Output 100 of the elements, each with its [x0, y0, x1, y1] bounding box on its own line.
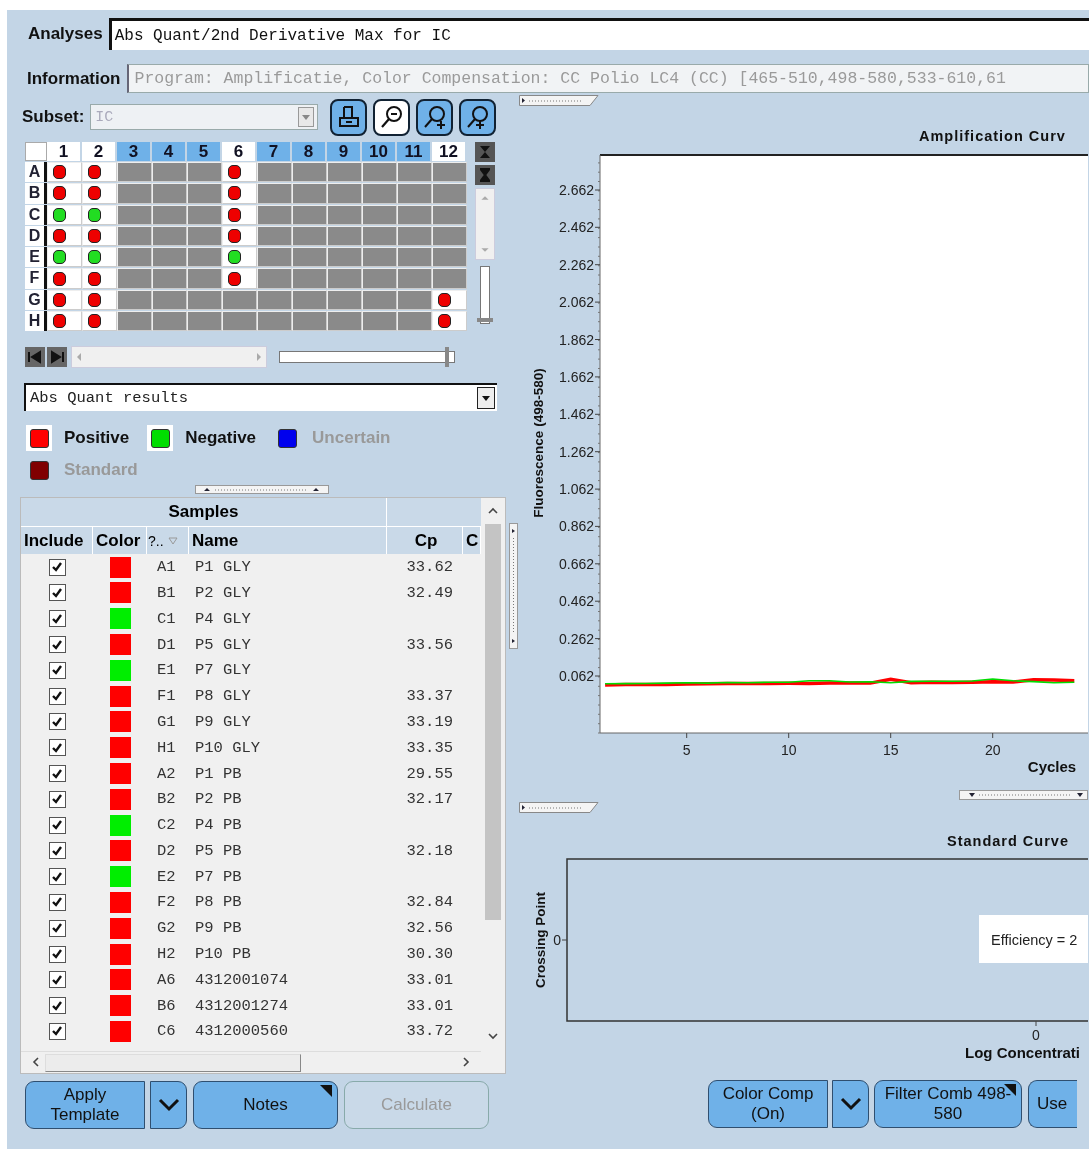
scroll-thumb[interactable] [485, 524, 501, 921]
scroll-thumb[interactable] [45, 1053, 301, 1072]
splitter-handle[interactable] [509, 523, 518, 650]
plate-well[interactable] [47, 268, 82, 289]
include-checkbox[interactable] [48, 919, 66, 937]
plate-well[interactable] [82, 247, 117, 268]
column-header[interactable]: ?.. [147, 527, 189, 555]
row-header[interactable]: E [25, 247, 47, 268]
toolbar-button[interactable] [330, 98, 368, 136]
table-cell-text: 32.84 [405, 892, 454, 914]
table-cell-text: D1 [156, 634, 177, 656]
sort-arrow-icon [167, 536, 178, 545]
plate-well[interactable] [47, 183, 82, 204]
row-header[interactable]: B [25, 183, 47, 204]
include-checkbox[interactable] [48, 636, 66, 653]
include-checkbox[interactable] [48, 868, 66, 886]
include-checkbox[interactable] [48, 610, 66, 628]
plate-well[interactable] [47, 162, 82, 183]
include-checkbox[interactable] [48, 971, 66, 989]
include-checkbox[interactable] [48, 687, 66, 705]
plate-well[interactable] [82, 268, 117, 289]
action-button[interactable]: Color Comp (On) [708, 1080, 828, 1128]
column-header[interactable]: 3 [117, 142, 152, 161]
dropdown-button[interactable] [832, 1080, 869, 1128]
column-header[interactable]: 12 [432, 142, 467, 161]
include-checkbox[interactable] [48, 894, 66, 911]
first-icon[interactable] [25, 347, 45, 368]
plate-well[interactable] [82, 311, 117, 332]
include-checkbox[interactable] [48, 816, 66, 834]
column-header[interactable]: Name [189, 527, 387, 555]
column-header[interactable]: 5 [187, 142, 222, 161]
column-header[interactable]: Color [93, 527, 147, 555]
plate-well[interactable] [222, 204, 257, 225]
action-button[interactable]: Use [1028, 1080, 1077, 1128]
vertical-slider-track[interactable] [480, 266, 490, 324]
row-header[interactable]: D [25, 225, 47, 247]
splitter-handle[interactable] [959, 790, 1088, 800]
plate-well[interactable] [47, 311, 82, 332]
row-header[interactable]: G [25, 289, 47, 311]
splitter-handle[interactable] [195, 485, 329, 495]
plate-well[interactable] [222, 268, 257, 289]
plate-well[interactable] [47, 225, 82, 247]
toolbar-button[interactable] [416, 98, 454, 136]
plate-well[interactable] [82, 162, 117, 183]
include-checkbox[interactable] [48, 1022, 66, 1040]
plate-well[interactable] [82, 204, 117, 225]
toolbar-button[interactable] [373, 98, 411, 136]
row-header[interactable]: A [25, 162, 47, 183]
plate-well[interactable] [432, 311, 467, 332]
toolbar-button[interactable] [459, 98, 497, 136]
tick-label: 1.662 [558, 368, 594, 385]
plate-well[interactable] [47, 247, 82, 268]
column-header[interactable]: 10 [362, 142, 397, 161]
column-header[interactable]: 11 [397, 142, 432, 161]
plate-well[interactable] [47, 289, 82, 311]
include-checkbox[interactable] [48, 842, 66, 860]
plate-well[interactable] [47, 204, 82, 225]
action-button[interactable]: Notes [193, 1081, 338, 1130]
column-header[interactable]: 4 [152, 142, 187, 161]
include-checkbox[interactable] [48, 558, 66, 576]
plate-well[interactable] [82, 289, 117, 311]
column-header[interactable]: 9 [327, 142, 362, 161]
row-header[interactable]: C [25, 204, 47, 225]
include-checkbox[interactable] [48, 765, 66, 782]
include-checkbox[interactable] [48, 997, 66, 1015]
splitter-handle[interactable] [519, 95, 599, 106]
plate-well[interactable] [222, 247, 257, 268]
plate-well[interactable] [222, 225, 257, 247]
plate-well[interactable] [82, 183, 117, 204]
analyses-field[interactable]: Abs Quant/2nd Derivative Max for IC [108, 18, 1089, 50]
last-icon[interactable] [47, 347, 67, 368]
plate-well[interactable] [432, 289, 467, 311]
slider-thumb[interactable] [445, 347, 450, 368]
column-header[interactable]: 7 [257, 142, 292, 161]
row-header[interactable]: H [25, 311, 47, 332]
include-checkbox[interactable] [48, 713, 66, 731]
row-header[interactable]: F [25, 268, 47, 289]
action-button[interactable]: Filter Comb 498-580 [874, 1080, 1022, 1128]
action-button[interactable]: Apply Template [25, 1081, 145, 1130]
plate-well[interactable] [222, 183, 257, 204]
column-header[interactable]: Include [21, 527, 93, 555]
column-header[interactable]: 2 [82, 142, 117, 161]
plate-well[interactable] [222, 162, 257, 183]
column-header[interactable]: 1 [47, 142, 82, 161]
column-header[interactable]: Cp [387, 527, 463, 555]
include-checkbox[interactable] [48, 945, 66, 963]
dropdown-button[interactable] [150, 1081, 187, 1130]
column-header[interactable]: C [463, 527, 481, 555]
plate-well[interactable] [82, 225, 117, 247]
splitter-handle[interactable] [519, 802, 599, 813]
table-cell-text: A2 [156, 763, 177, 785]
include-checkbox[interactable] [48, 661, 66, 679]
include-checkbox[interactable] [48, 739, 66, 757]
scrollbar[interactable] [21, 1050, 481, 1074]
include-checkbox[interactable] [48, 790, 66, 808]
include-checkbox[interactable] [48, 584, 66, 602]
slider-thumb[interactable] [477, 318, 493, 323]
column-header[interactable]: 6 [222, 142, 257, 161]
column-header[interactable]: 8 [292, 142, 327, 161]
results-dropdown[interactable]: Abs Quant results [24, 383, 497, 412]
